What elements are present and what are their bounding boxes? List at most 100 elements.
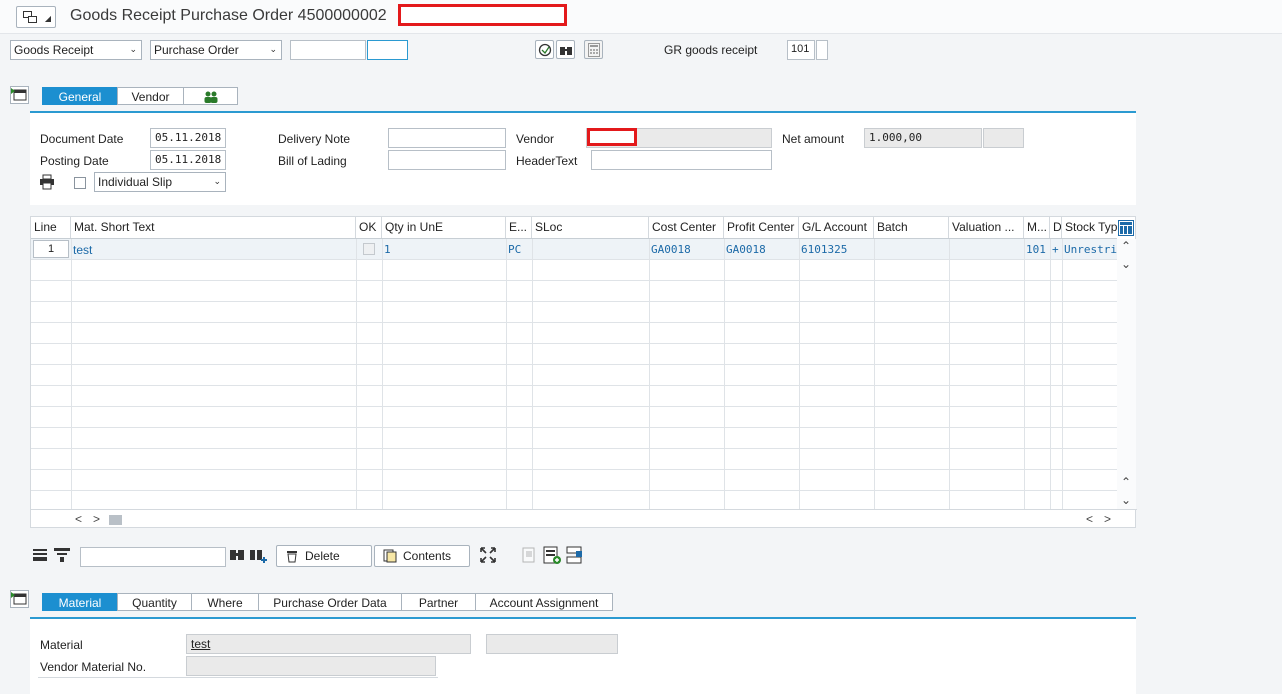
table-row[interactable]: 1 test 1 PC GA0018 GA0018 6101325 101 + … <box>31 239 1117 259</box>
col-header-batch[interactable]: Batch <box>874 217 949 239</box>
document-icon <box>383 549 397 563</box>
fullscreen-button[interactable] <box>478 545 498 567</box>
col-header-line[interactable]: Line <box>31 217 71 239</box>
scroll-down-icon[interactable]: ⌄ <box>1121 493 1131 507</box>
chevron-down-icon: ⌄ <box>213 176 221 186</box>
stock-type-cell[interactable]: Unrestricted <box>1062 239 1117 260</box>
scroll-up-icon[interactable]: ⌃ <box>1121 475 1131 489</box>
bill-of-lading-field[interactable] <box>388 150 506 170</box>
header-tabs: General Vendor <box>42 87 1142 107</box>
posting-date-field[interactable]: 05.11.2018 <box>150 150 226 170</box>
reference-select[interactable]: Purchase Order ⌄ <box>150 40 282 60</box>
batch-cell[interactable] <box>874 239 949 260</box>
print-checkbox[interactable] <box>74 177 86 189</box>
col-header-stock-type[interactable]: Stock Type <box>1062 217 1117 239</box>
tab-material[interactable]: Material <box>42 593 118 611</box>
col-header-gl-account[interactable]: G/L Account <box>799 217 874 239</box>
filter-button[interactable] <box>52 545 72 567</box>
col-header-mat-short-text[interactable]: Mat. Short Text <box>71 217 356 239</box>
sloc-cell[interactable] <box>532 239 649 260</box>
material-field[interactable]: test <box>186 634 471 654</box>
vertical-scrollbar[interactable]: ⌃ ⌄ ⌃ ⌄ <box>1117 239 1136 509</box>
cost-center-cell[interactable]: GA0018 <box>649 239 724 260</box>
add-item-button[interactable] <box>542 545 562 567</box>
calculator-button[interactable] <box>584 40 603 59</box>
find-next-button[interactable] <box>248 546 268 566</box>
col-header-qty[interactable]: Qty in UnE <box>382 217 506 239</box>
tab-where[interactable]: Where <box>191 593 259 611</box>
col-header-cost-center[interactable]: Cost Center <box>649 217 724 239</box>
po-number-input[interactable] <box>290 40 366 60</box>
ok-checkbox[interactable] <box>363 243 375 255</box>
find-in-table-button[interactable] <box>228 546 246 566</box>
row-divider <box>31 259 1117 260</box>
movement-type-extra[interactable] <box>816 40 828 60</box>
col-header-ok[interactable]: OK <box>356 217 382 239</box>
col-header-unit[interactable]: E... <box>506 217 532 239</box>
bill-of-lading-label: Bill of Lading <box>278 154 347 168</box>
redaction-box <box>398 4 567 26</box>
filter-icon <box>54 548 70 562</box>
row-divider <box>31 385 1117 386</box>
document-date-field[interactable]: 05.11.2018 <box>150 128 226 148</box>
line-number[interactable]: 1 <box>33 240 69 258</box>
chevron-down-icon: ⌄ <box>269 44 277 54</box>
gl-account-cell[interactable]: 6101325 <box>799 239 874 260</box>
copy-item-button[interactable] <box>520 545 540 567</box>
execute-button[interactable] <box>535 40 554 59</box>
collapse-detail-button[interactable] <box>10 590 29 608</box>
tab-partners[interactable] <box>183 87 238 105</box>
delivery-note-field[interactable] <box>388 128 506 148</box>
qty-cell[interactable]: 1 <box>382 239 502 260</box>
movement-type-field[interactable]: 101 <box>787 40 815 60</box>
valuation-cell[interactable] <box>949 239 1024 260</box>
tab-partner[interactable]: Partner <box>401 593 476 611</box>
mat-short-text-cell[interactable]: test <box>71 239 355 260</box>
scroll-left-icon[interactable]: < <box>1086 512 1093 526</box>
table-settings-button[interactable] <box>1118 220 1134 236</box>
tab-vendor[interactable]: Vendor <box>117 87 184 105</box>
menu-button[interactable]: ◢ <box>16 6 56 28</box>
col-header-sloc[interactable]: SLoc <box>532 217 649 239</box>
header-text-field[interactable] <box>591 150 772 170</box>
col-divider <box>1024 239 1025 509</box>
net-amount-label: Net amount <box>782 132 845 146</box>
find-button[interactable] <box>556 40 575 59</box>
table-search-input[interactable] <box>80 547 226 567</box>
col-header-d[interactable]: D <box>1050 217 1062 239</box>
col-header-profit-center[interactable]: Profit Center <box>724 217 799 239</box>
row-divider <box>31 490 1117 491</box>
unit-cell[interactable]: PC <box>506 239 532 260</box>
printer-icon <box>40 174 54 190</box>
transaction-select[interactable]: Goods Receipt ⌄ <box>10 40 142 60</box>
row-divider <box>31 343 1117 344</box>
posting-date-label: Posting Date <box>40 154 109 168</box>
tab-general[interactable]: General <box>42 87 118 105</box>
select-all-button[interactable] <box>30 545 50 567</box>
col-header-mvt[interactable]: M... <box>1024 217 1050 239</box>
dropdown-caret-icon: ◢ <box>44 14 51 23</box>
scroll-right-icon[interactable]: > <box>1104 512 1111 526</box>
tab-quantity[interactable]: Quantity <box>117 593 192 611</box>
d-cell[interactable]: + <box>1050 239 1062 260</box>
tab-account-assignment[interactable]: Account Assignment <box>475 593 613 611</box>
print-button[interactable] <box>39 174 55 190</box>
contents-button[interactable]: Contents <box>374 545 470 567</box>
slip-select[interactable]: Individual Slip ⌄ <box>94 172 226 192</box>
scroll-right-icon[interactable]: > <box>93 512 100 526</box>
profit-center-cell[interactable]: GA0018 <box>724 239 799 260</box>
binoculars-plus-icon <box>250 550 267 563</box>
scroll-up-icon[interactable]: ⌃ <box>1121 239 1131 253</box>
hierarchy-button[interactable] <box>564 545 584 567</box>
divider <box>38 677 438 678</box>
col-divider <box>724 239 725 509</box>
collapse-header-button[interactable] <box>10 86 29 104</box>
tab-purchase-order-data[interactable]: Purchase Order Data <box>258 593 402 611</box>
scroll-down-icon[interactable]: ⌄ <box>1121 257 1131 271</box>
col-header-valuation[interactable]: Valuation ... <box>949 217 1024 239</box>
delete-button[interactable]: Delete <box>276 545 372 567</box>
horizontal-scroll-thumb[interactable] <box>109 515 122 525</box>
scroll-left-icon[interactable]: < <box>75 512 82 526</box>
mvt-cell[interactable]: 101 <box>1024 239 1050 260</box>
po-item-input[interactable] <box>367 40 408 60</box>
